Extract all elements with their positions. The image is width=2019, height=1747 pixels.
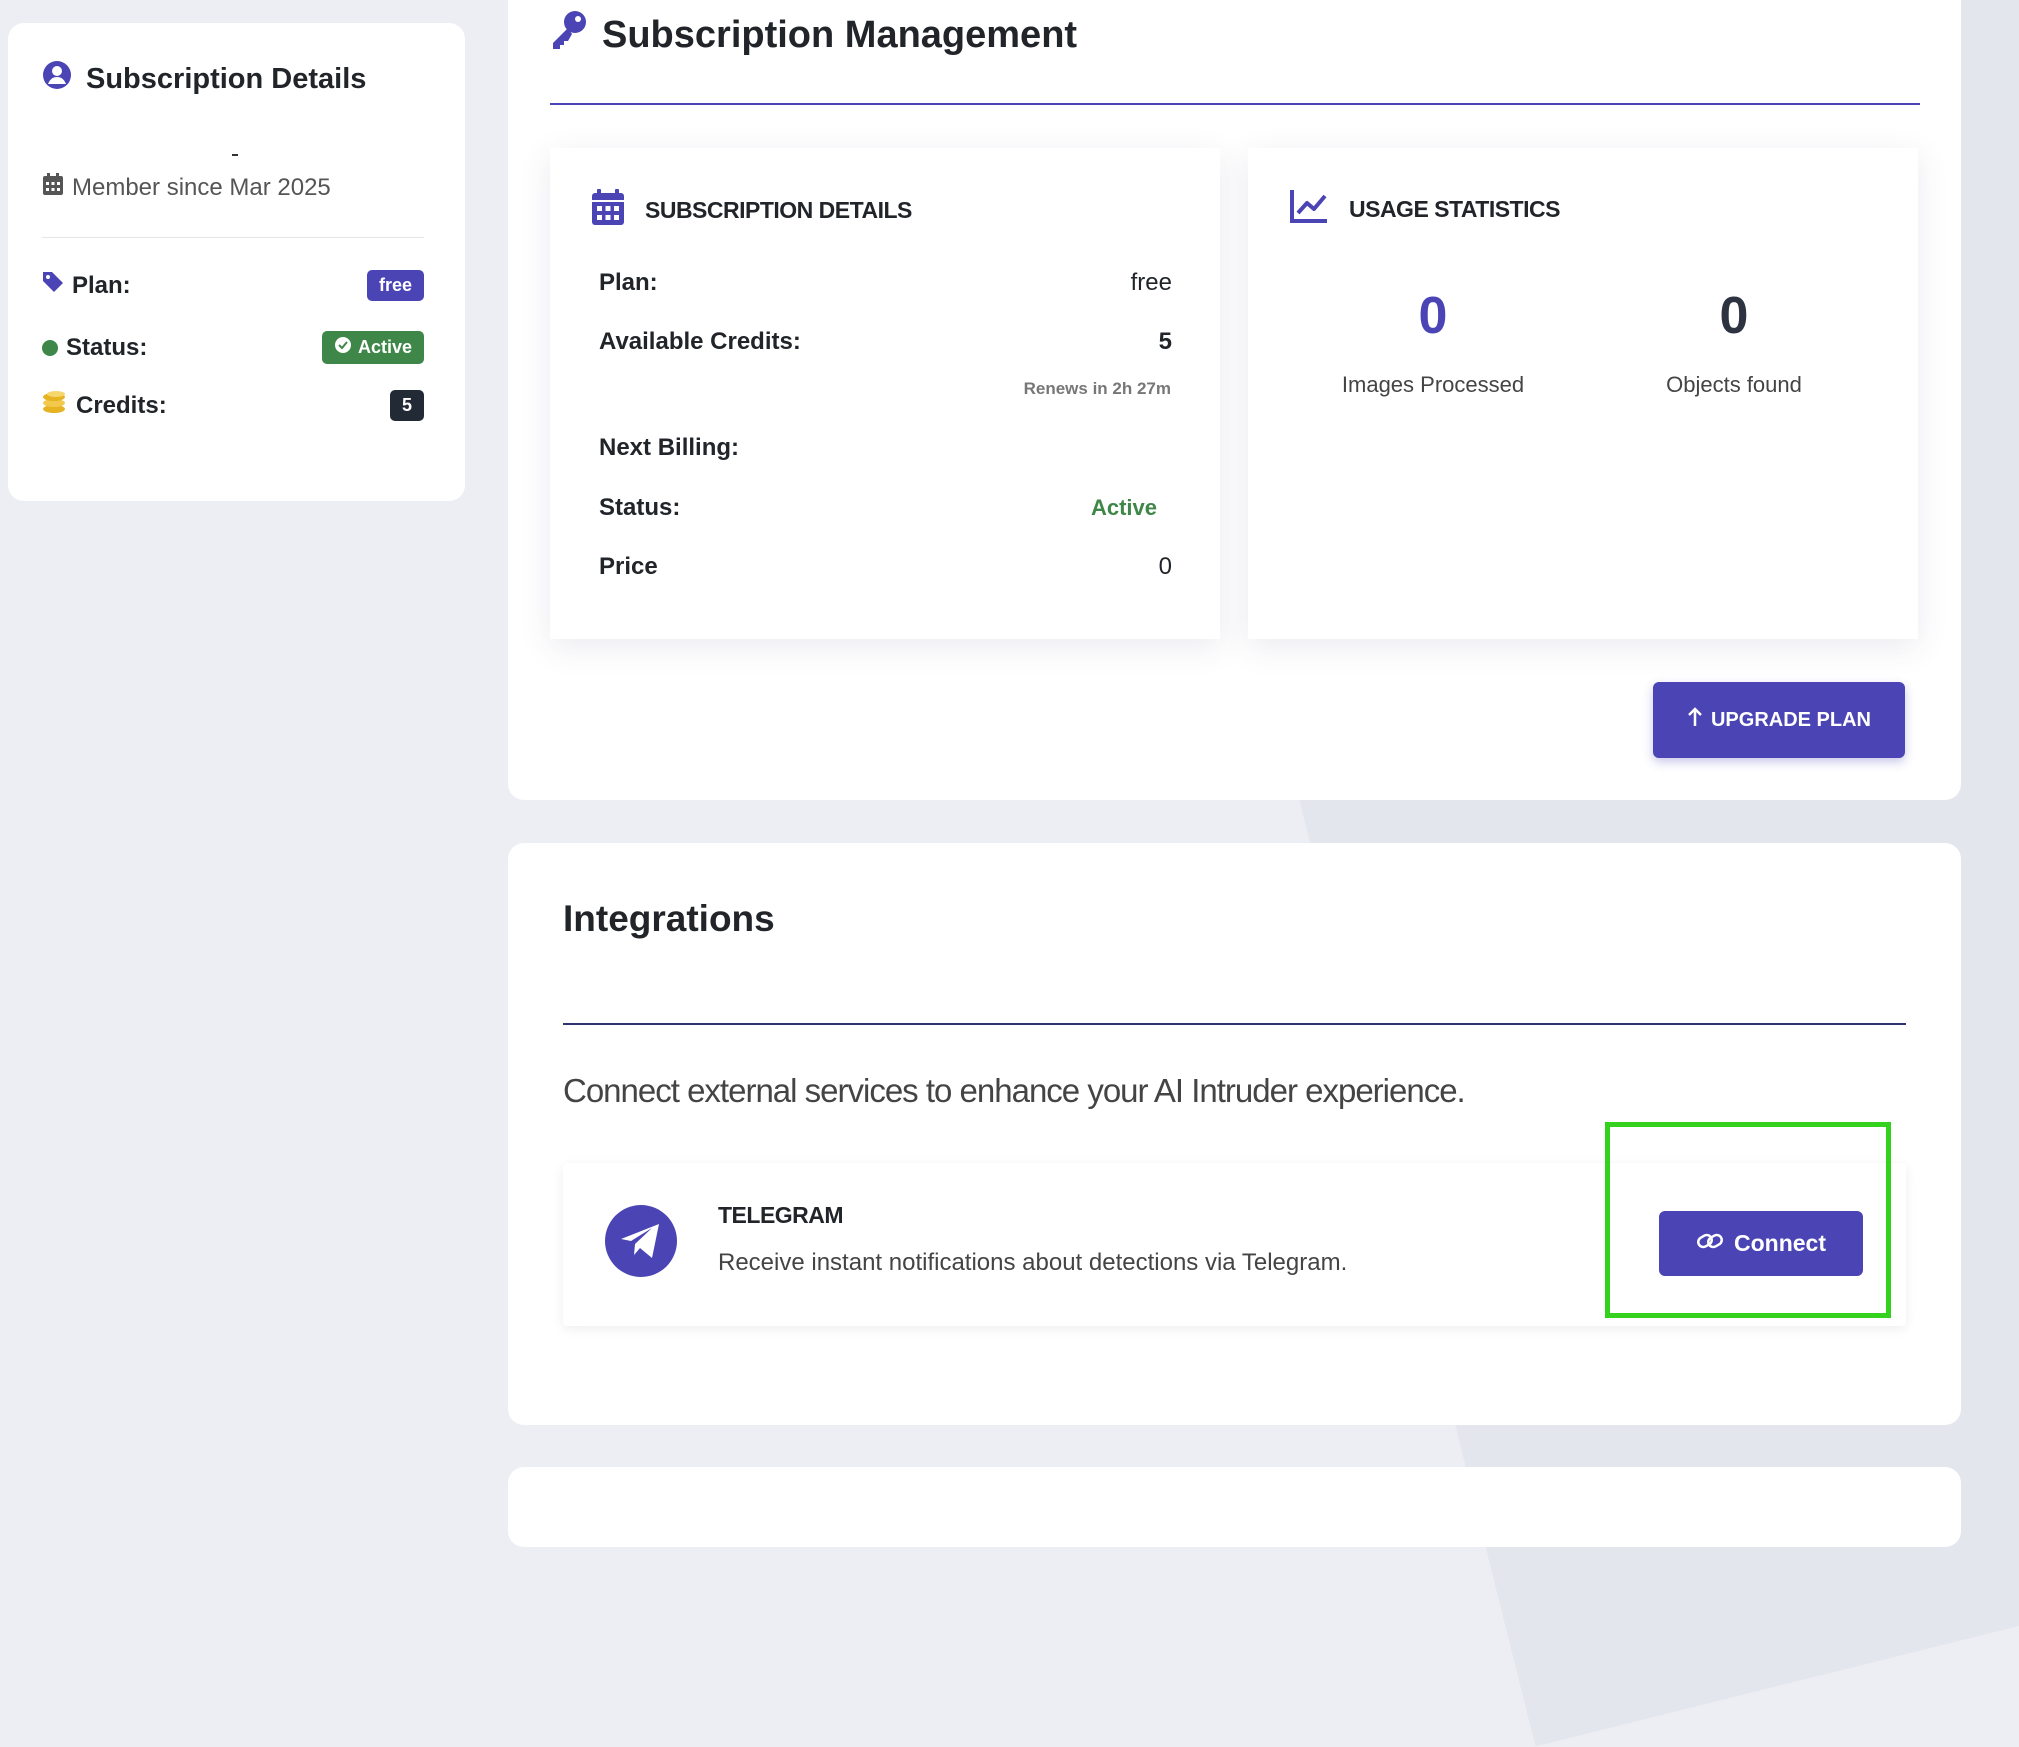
subscription-divider	[550, 103, 1920, 105]
integrations-divider	[563, 1023, 1906, 1025]
connect-highlight-box	[1605, 1122, 1891, 1318]
telegram-description: Receive instant notifications about dete…	[718, 1249, 1348, 1276]
status-badge: Active	[321, 331, 424, 364]
coins-icon	[42, 390, 68, 421]
detail-row-plan: Plan: free	[599, 269, 1172, 296]
upgrade-plan-button[interactable]: UPGRADE PLAN	[1653, 682, 1905, 758]
objects-found-label: Objects found	[1666, 372, 1802, 397]
tag-icon	[42, 271, 64, 300]
chart-line-icon	[1289, 188, 1329, 230]
detail-row-next-billing: Next Billing:	[599, 434, 740, 461]
images-processed-label: Images Processed	[1341, 372, 1525, 397]
username-placeholder	[232, 154, 238, 156]
profile-status-row: Status: Active	[42, 331, 424, 364]
integrations-title: Integrations	[563, 898, 775, 939]
telegram-icon	[605, 1205, 677, 1277]
credits-badge: 5	[389, 390, 424, 421]
telegram-name: TELEGRAM	[718, 1202, 844, 1228]
usage-statistics-heading: USAGE STATISTICS	[1289, 188, 1560, 230]
renews-text: Renews in 2h 27m	[1023, 379, 1171, 398]
detail-row-credits: Available Credits: 5	[599, 328, 1172, 355]
profile-divider	[42, 237, 424, 238]
profile-credits-row: Credits: 5	[42, 390, 424, 421]
integrations-description: Connect external services to enhance you…	[563, 1072, 1466, 1109]
objects-found-value: 0	[1719, 287, 1749, 345]
next-section-card	[508, 1467, 1961, 1547]
arrow-up-icon	[1687, 707, 1703, 733]
profile-title: Subscription Details	[42, 60, 366, 98]
profile-plan-row: Plan: free	[42, 270, 424, 301]
subscription-details-heading: SUBSCRIPTION DETAILS	[591, 188, 912, 232]
detail-row-status: Status: Active	[599, 494, 1157, 521]
user-circle-icon	[42, 60, 72, 98]
check-circle-icon	[334, 336, 352, 359]
subscription-management-title: Subscription Management	[550, 10, 1077, 60]
member-since: Member since Mar 2025	[42, 172, 331, 203]
status-dot-icon	[42, 339, 58, 356]
key-icon	[550, 10, 588, 60]
plan-badge: free	[366, 270, 424, 301]
calendar-icon	[42, 172, 64, 203]
calendar-grid-icon	[591, 188, 625, 232]
detail-row-price: Price 0	[599, 553, 1172, 580]
images-processed-value: 0	[1418, 287, 1448, 345]
